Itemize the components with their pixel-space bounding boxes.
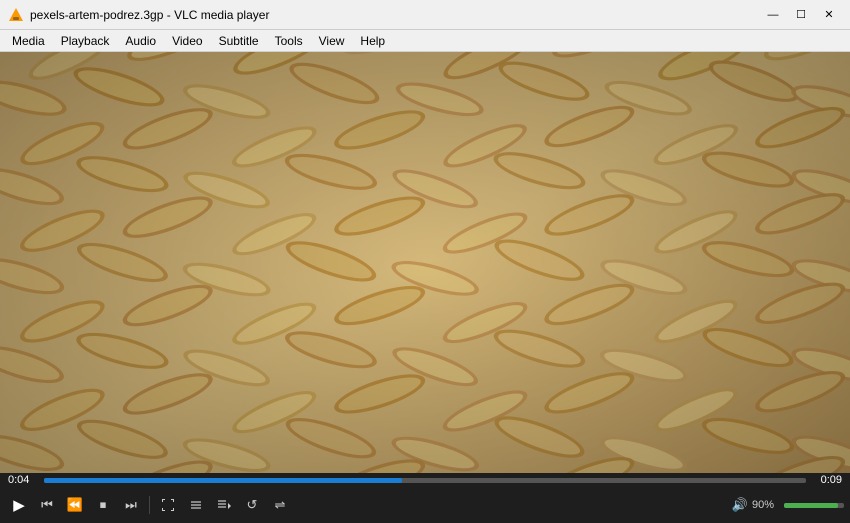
playlist-button[interactable] xyxy=(211,492,237,518)
video-frame xyxy=(0,52,850,473)
volume-icon[interactable]: 🔊 xyxy=(732,497,748,513)
menu-bar: Media Playback Audio Video Subtitle Tool… xyxy=(0,30,850,52)
volume-label: 90% xyxy=(752,499,780,511)
title-bar: pexels-artem-podrez.3gp - VLC media play… xyxy=(0,0,850,30)
shuffle-button[interactable]: ⇌ xyxy=(267,492,293,518)
window-title: pexels-artem-podrez.3gp - VLC media play… xyxy=(30,8,760,22)
menu-help[interactable]: Help xyxy=(352,30,393,51)
back-button[interactable]: ⏪ xyxy=(62,492,88,518)
close-button[interactable]: ✕ xyxy=(816,5,842,25)
menu-media[interactable]: Media xyxy=(4,30,53,51)
progress-fill xyxy=(44,478,402,483)
progress-track[interactable] xyxy=(44,478,806,483)
playlist-icon xyxy=(217,498,231,512)
menu-view[interactable]: View xyxy=(311,30,353,51)
maximize-button[interactable]: ☐ xyxy=(788,5,814,25)
play-pause-button[interactable]: ▶ xyxy=(6,492,32,518)
minimize-button[interactable]: — xyxy=(760,5,786,25)
volume-section: 🔊 90% xyxy=(732,497,844,513)
volume-fill xyxy=(784,503,838,508)
stop-button[interactable]: ⏹ xyxy=(90,492,116,518)
fullscreen-icon xyxy=(161,498,175,512)
menu-tools[interactable]: Tools xyxy=(267,30,311,51)
fullscreen-button[interactable] xyxy=(155,492,181,518)
menu-playback[interactable]: Playback xyxy=(53,30,118,51)
time-elapsed: 0:04 xyxy=(8,474,38,486)
window-controls: — ☐ ✕ xyxy=(760,5,842,25)
menu-subtitle[interactable]: Subtitle xyxy=(211,30,267,51)
vlc-icon xyxy=(8,7,24,23)
prev-track-button[interactable]: ⏮ xyxy=(34,492,60,518)
video-content xyxy=(0,52,850,473)
extended-settings-button[interactable] xyxy=(183,492,209,518)
menu-video[interactable]: Video xyxy=(164,30,210,51)
volume-track[interactable] xyxy=(784,503,844,508)
loop-button[interactable]: ↺ xyxy=(239,492,265,518)
extended-settings-icon xyxy=(189,498,203,512)
separator-1 xyxy=(149,496,150,514)
menu-audio[interactable]: Audio xyxy=(117,30,164,51)
next-button[interactable]: ⏭ xyxy=(118,492,144,518)
progress-bar-container: 0:04 0:09 xyxy=(0,473,850,487)
time-total: 0:09 xyxy=(812,474,842,486)
video-area xyxy=(0,52,850,473)
controls-area: 0:04 0:09 ▶ ⏮ ⏪ ⏹ ⏭ xyxy=(0,473,850,523)
bottom-controls: ▶ ⏮ ⏪ ⏹ ⏭ ↺ ⇌ xyxy=(0,487,850,523)
